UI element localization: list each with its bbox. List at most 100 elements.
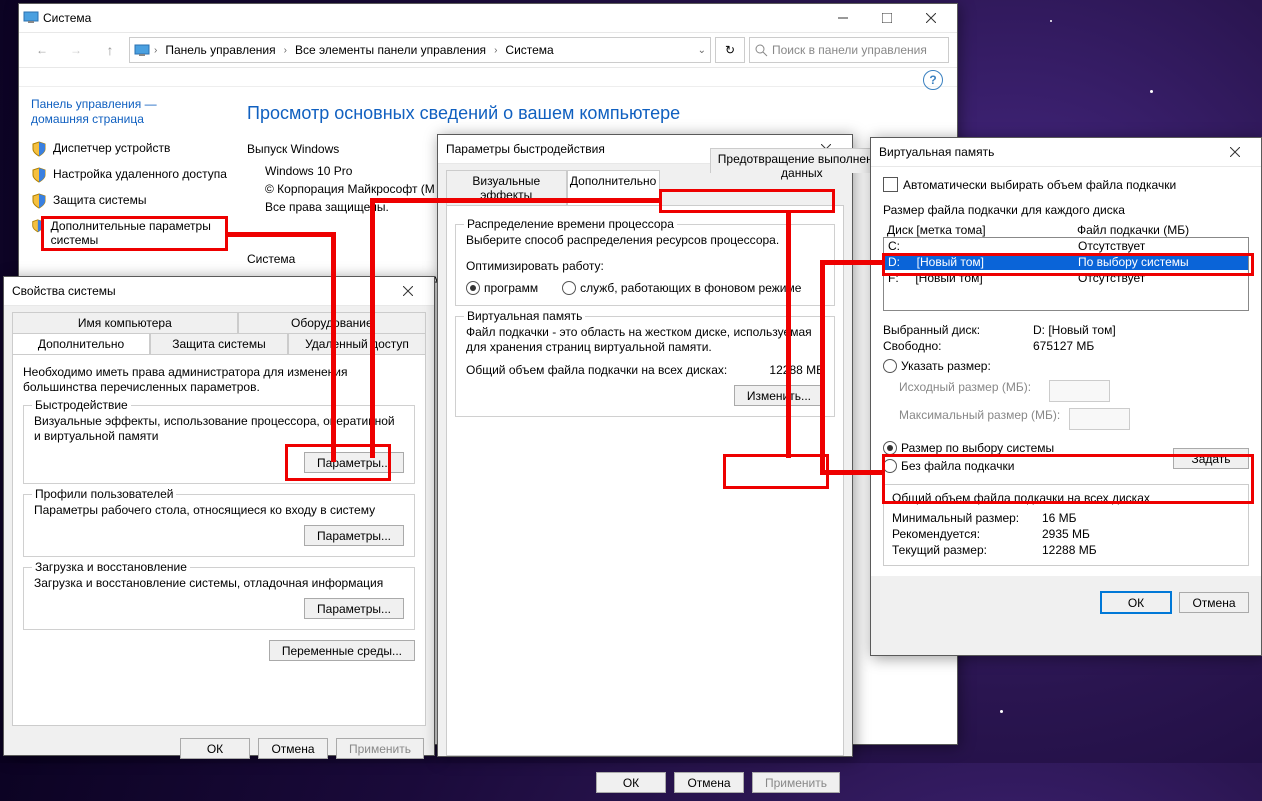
current-size-value: 12288 МБ xyxy=(1042,543,1097,557)
performance-text: Визуальные эффекты, использование процес… xyxy=(34,414,404,444)
system-properties-window: Свойства системы Имя компьютера Оборудов… xyxy=(3,276,435,756)
shield-icon xyxy=(31,141,47,157)
tab-system-protection[interactable]: Защита системы xyxy=(150,333,288,354)
free-space-label: Свободно: xyxy=(883,339,1033,353)
recommended-label: Рекомендуется: xyxy=(892,527,1042,541)
system-titlebar[interactable]: Система xyxy=(19,4,957,33)
pagefile-column-header: Файл подкачки (МБ) xyxy=(1077,223,1189,237)
sidebar-system-protection[interactable]: Защита системы xyxy=(31,193,231,209)
disk-column-header: Диск [метка тома] xyxy=(883,223,1077,237)
disk-list[interactable]: C: Отсутствует D: [Новый том]По выбору с… xyxy=(883,237,1249,311)
cancel-button[interactable]: Отмена xyxy=(1179,592,1249,613)
close-button[interactable] xyxy=(909,4,953,32)
no-pagefile-radio[interactable]: Без файла подкачки xyxy=(883,459,1014,473)
breadcrumb[interactable]: › Панель управления› Все элементы панели… xyxy=(129,37,711,63)
recommended-value: 2935 МБ xyxy=(1042,527,1090,541)
environment-variables-button[interactable]: Переменные среды... xyxy=(269,640,415,661)
custom-size-radio[interactable]: Указать размер: xyxy=(883,359,991,373)
current-size-label: Текущий размер: xyxy=(892,543,1042,557)
system-icon xyxy=(23,9,39,28)
apply-button[interactable]: Применить xyxy=(752,772,840,793)
initial-size-input xyxy=(1049,380,1110,402)
total-header: Общий объем файла подкачки на всех диска… xyxy=(892,491,1240,505)
sidebar-device-manager[interactable]: Диспетчер устройств xyxy=(31,141,231,157)
auto-manage-checkbox[interactable]: Автоматически выбирать объем файла подка… xyxy=(883,177,1176,192)
startup-settings-button[interactable]: Параметры... xyxy=(304,598,404,619)
search-icon xyxy=(754,43,768,57)
virtual-memory-group: Виртуальная память Файл подкачки - это о… xyxy=(455,316,835,417)
maximum-size-input xyxy=(1069,408,1130,430)
selected-disk-label: Выбранный диск: xyxy=(883,323,1033,337)
optimize-label: Оптимизировать работу: xyxy=(466,259,824,273)
back-button[interactable]: ← xyxy=(27,37,57,63)
cancel-button[interactable]: Отмена xyxy=(258,738,328,759)
crumb-1[interactable]: Все элементы панели управления xyxy=(291,43,490,57)
performance-settings-button[interactable]: Параметры... xyxy=(304,452,404,473)
maximum-size-label: Максимальный размер (МБ): xyxy=(899,408,1069,430)
processor-scheduling-group: Распределение времени процессора Выберит… xyxy=(455,224,835,306)
forward-button[interactable]: → xyxy=(61,37,91,63)
up-button[interactable]: ↑ xyxy=(95,37,125,63)
disk-row-c[interactable]: C: Отсутствует xyxy=(884,238,1248,254)
free-space-value: 675127 МБ xyxy=(1033,339,1094,353)
tab-advanced[interactable]: Дополнительно xyxy=(12,333,150,354)
crumb-0[interactable]: Панель управления xyxy=(161,43,279,57)
performance-group: Быстродействие Визуальные эффекты, испол… xyxy=(23,405,415,484)
crumb-2[interactable]: Система xyxy=(501,43,557,57)
tab-advanced[interactable]: Дополнительно xyxy=(567,170,660,205)
cancel-button[interactable]: Отмена xyxy=(674,772,744,793)
system-managed-radio[interactable]: Размер по выбору системы xyxy=(883,441,1054,455)
search-input[interactable]: Поиск в панели управления xyxy=(749,37,949,63)
tab-dep[interactable]: Предотвращение выполнения данных xyxy=(710,148,894,173)
maximize-button[interactable] xyxy=(865,4,909,32)
sidebar-advanced-system-settings[interactable]: Дополнительные параметры системы xyxy=(31,219,231,247)
chevron-down-icon[interactable]: ⌄ xyxy=(698,45,706,56)
tab-remote[interactable]: Удаленный доступ xyxy=(288,333,426,354)
system-properties-titlebar[interactable]: Свойства системы xyxy=(4,277,434,306)
help-icon[interactable]: ? xyxy=(923,70,943,90)
address-bar-row: ← → ↑ › Панель управления› Все элементы … xyxy=(19,33,957,68)
computer-icon xyxy=(134,42,150,58)
virtual-memory-titlebar[interactable]: Виртуальная память xyxy=(871,138,1261,167)
virtual-memory-window: Виртуальная память Автоматически выбират… xyxy=(870,137,1262,656)
shield-icon xyxy=(31,167,47,183)
ok-button[interactable]: ОК xyxy=(1101,592,1171,613)
close-button[interactable] xyxy=(1213,138,1257,166)
profiles-group: Профили пользователей Параметры рабочего… xyxy=(23,494,415,557)
min-size-label: Минимальный размер: xyxy=(892,511,1042,525)
profiles-settings-button[interactable]: Параметры... xyxy=(304,525,404,546)
control-panel-home-link[interactable]: Панель управления —домашняя страница xyxy=(31,97,231,127)
tab-visual-effects[interactable]: Визуальные эффекты xyxy=(446,170,567,205)
scheduling-text: Выберите способ распределения ресурсов п… xyxy=(466,233,824,247)
pagefile-size-header: Размер файла подкачки для каждого диска xyxy=(883,203,1249,217)
close-button[interactable] xyxy=(386,277,430,305)
optimize-services-radio[interactable]: служб, работающих в фоновом режиме xyxy=(562,281,801,295)
apply-button[interactable]: Применить xyxy=(336,738,424,759)
optimize-programs-radio[interactable]: программ xyxy=(466,281,538,295)
tab-hardware[interactable]: Оборудование xyxy=(238,312,426,333)
admin-note: Необходимо иметь права администратора дл… xyxy=(23,365,415,395)
system-window-title: Система xyxy=(39,11,821,25)
virtual-memory-title: Виртуальная память xyxy=(875,145,1213,159)
sidebar: Панель управления —домашняя страница Дис… xyxy=(31,97,231,290)
change-vm-button[interactable]: Изменить... xyxy=(734,385,824,406)
ok-button[interactable]: ОК xyxy=(596,772,666,793)
disk-row-d[interactable]: D: [Новый том]По выбору системы xyxy=(884,254,1248,270)
shield-icon xyxy=(31,193,47,209)
min-size-value: 16 МБ xyxy=(1042,511,1077,525)
minimize-button[interactable] xyxy=(821,4,865,32)
profiles-text: Параметры рабочего стола, относящиеся ко… xyxy=(34,503,404,517)
set-button[interactable]: Задать xyxy=(1173,448,1249,469)
selected-disk-value: D: [Новый том] xyxy=(1033,323,1116,337)
vm-total-value: 12288 МБ xyxy=(769,363,824,377)
sidebar-remote-settings[interactable]: Настройка удаленного доступа xyxy=(31,167,231,183)
refresh-button[interactable]: ↻ xyxy=(715,37,745,63)
performance-options-window: Параметры быстродействия Визуальные эффе… xyxy=(437,134,853,757)
ok-button[interactable]: ОК xyxy=(180,738,250,759)
disk-row-f[interactable]: F: [Новый том]Отсутствует xyxy=(884,270,1248,286)
system-properties-title: Свойства системы xyxy=(8,284,386,298)
tab-computer-name[interactable]: Имя компьютера xyxy=(12,312,238,333)
shield-icon xyxy=(31,219,45,235)
vm-total-label: Общий объем файла подкачки на всех диска… xyxy=(466,363,769,377)
vm-description: Файл подкачки - это область на жестком д… xyxy=(466,325,824,355)
